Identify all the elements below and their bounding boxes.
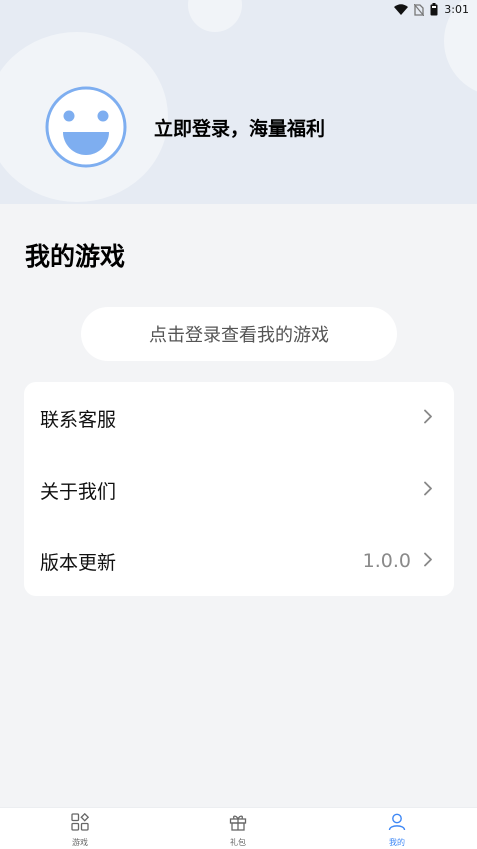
login-to-view-games-button[interactable]: 点击登录查看我的游戏 [81,307,397,361]
menu-item-version-update[interactable]: 版本更新 1.0.0 [24,531,454,591]
person-icon [388,813,406,835]
settings-menu-card: 联系客服 关于我们 版本更新 1.0.0 [24,382,454,596]
chevron-right-icon [424,409,432,428]
tab-label: 礼包 [230,838,246,847]
tab-label: 我的 [389,838,405,847]
no-sim-icon [414,3,425,16]
games-grid-icon [71,812,90,835]
version-number: 1.0.0 [362,550,411,572]
chevron-right-icon [424,481,432,500]
tab-label: 游戏 [72,838,88,847]
menu-item-label: 关于我们 [40,480,117,503]
menu-item-label: 联系客服 [40,408,117,431]
tab-mine[interactable]: 我的 [367,813,427,848]
status-time: 3:01 [444,3,469,16]
chevron-right-icon [424,552,432,571]
bottom-nav: 游戏 礼包 我的 [0,807,477,849]
battery-icon [430,3,438,16]
status-icons: 3:01 [394,3,469,16]
profile-header: 立即登录，海量福利 [0,0,477,204]
tab-gift-packs[interactable]: 礼包 [208,813,268,848]
menu-item-contact-support[interactable]: 联系客服 [24,388,454,448]
gift-icon [229,813,247,835]
status-bar: 3:01 [0,0,477,22]
login-prompt[interactable]: 立即登录，海量福利 [154,114,325,141]
tab-games[interactable]: 游戏 [50,812,110,848]
smiley-avatar-icon[interactable] [45,86,127,168]
menu-item-label: 版本更新 [40,551,117,574]
wifi-icon [394,4,409,15]
my-games-title: 我的游戏 [25,242,126,271]
menu-item-about-us[interactable]: 关于我们 [24,460,454,520]
